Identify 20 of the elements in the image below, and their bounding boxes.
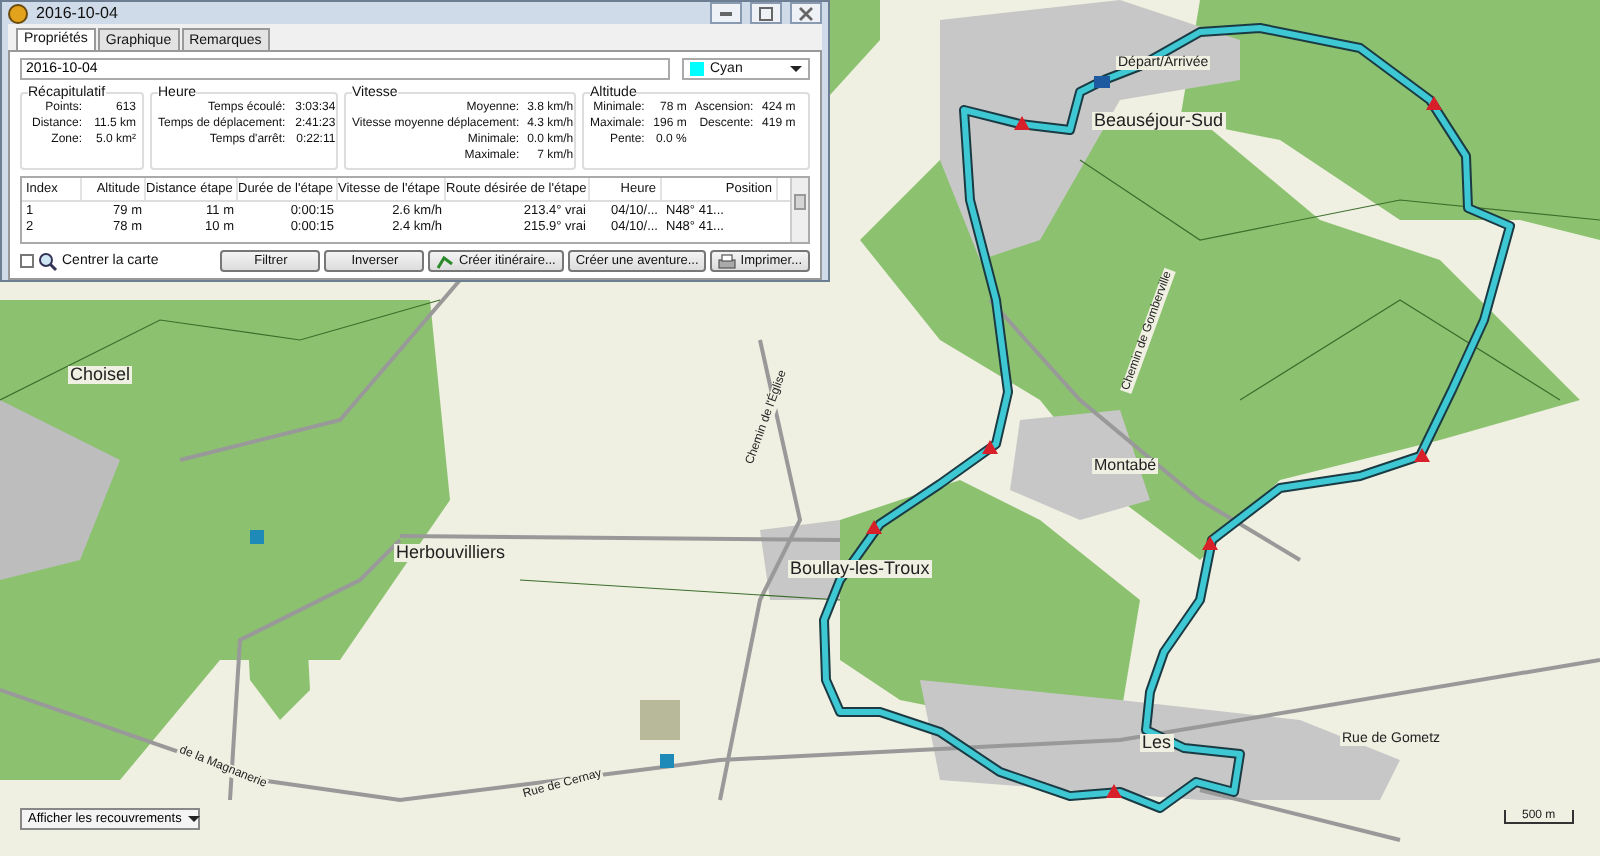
minimize-icon	[720, 11, 732, 15]
magnifier-icon	[38, 251, 58, 271]
map-label: Herbouvilliers	[394, 544, 508, 562]
route-icon	[436, 253, 455, 269]
window-title: 2016-10-04	[36, 4, 118, 22]
map-label: Boullay-les-Troux	[788, 560, 932, 578]
map-label: Beauséjour-Sud	[1092, 112, 1226, 130]
map-label: Choisel	[68, 366, 133, 384]
caret-icon	[187, 816, 200, 822]
restore-icon	[758, 5, 774, 21]
scrollbar[interactable]	[790, 178, 808, 242]
map-label: Les	[1140, 734, 1174, 752]
close-icon	[798, 5, 814, 21]
restore-button[interactable]	[750, 2, 782, 24]
app-icon	[8, 3, 28, 23]
caret-icon	[790, 66, 802, 72]
printer-icon	[718, 253, 737, 269]
minimize-button[interactable]	[710, 2, 742, 24]
close-button[interactable]	[790, 2, 822, 24]
map-label: Montabé	[1092, 458, 1159, 474]
